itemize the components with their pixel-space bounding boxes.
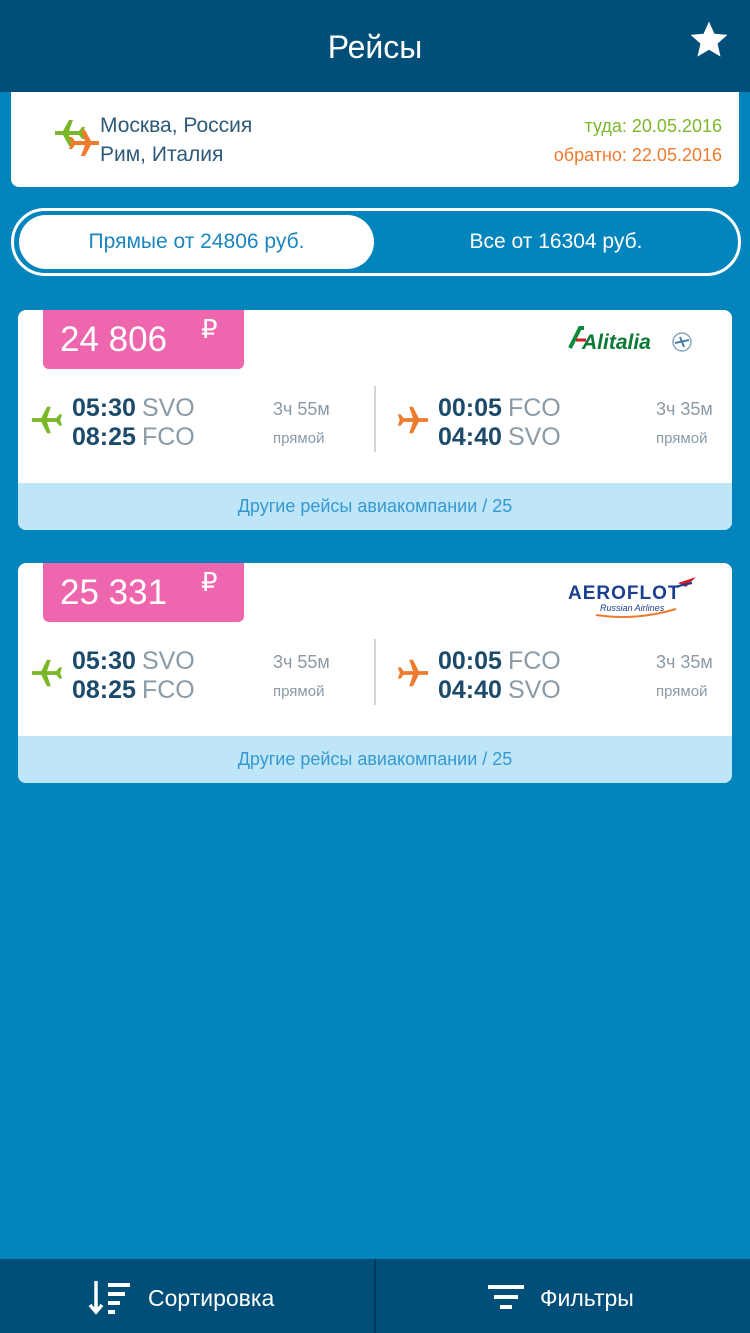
leg-divider [374,386,376,452]
flight-filter-segmented: Прямые от 24806 руб. Все от 16304 руб. [11,208,741,276]
flight-type: прямой [656,683,708,700]
price-value: 25 331 [60,573,168,612]
bottom-bar: Сортировка Фильтры [0,1259,750,1333]
flight-type: прямой [656,430,708,447]
outbound-plane-icon [31,406,63,434]
departure-date: туда: 20.05.2016 [584,116,722,136]
other-airline-flights-link[interactable]: Другие рейсы авиакомпании / 25 [18,736,732,783]
alitalia-logo: Alitalia [568,326,692,354]
tab-direct-flights[interactable]: Прямые от 24806 руб. [19,215,374,269]
departure-airport: FCO [507,647,561,675]
outbound-leg: 05:30 SVO 08:25 FCO 3ч 55м прямой [30,639,374,711]
arrival-airport: SVO [507,423,561,451]
destination-city: Рим, Италия [100,143,224,166]
filters-button[interactable]: Фильтры [376,1259,750,1333]
tab-all-flights[interactable]: Все от 16304 руб. [381,215,731,269]
other-airline-flights-link[interactable]: Другие рейсы авиакомпании / 25 [18,483,732,530]
price-badge: 25 331 ₽ [43,563,244,622]
flight-card[interactable]: 24 806 ₽ Alitalia 05:30 SVO 08:25 FCO 3ч 5… [18,310,732,530]
outbound-leg: 05:30 SVO 08:25 FCO 3ч 55м прямой [30,386,374,458]
departure-time: 00:05 [438,394,502,422]
airline-subtitle: Russian Airlines [600,603,665,613]
return-leg: 00:05 FCO 04:40 SVO 3ч 35м прямой [396,639,726,711]
return-plane-icon [397,659,429,687]
sort-icon [88,1281,130,1315]
page-title: Рейсы [327,29,423,65]
flight-card[interactable]: 25 331 ₽ AEROFLOT Russian Airlines 05:30… [18,563,732,783]
return-date: обратно: 22.05.2016 [553,145,722,165]
leg-divider [374,639,376,705]
airline-name: Alitalia [581,331,651,354]
flight-type: прямой [273,683,325,700]
arrival-time: 08:25 [72,423,136,451]
arrival-airport: SVO [507,676,561,704]
top-bar: Рейсы [0,0,750,92]
arrival-time: 04:40 [438,676,502,704]
currency-symbol: ₽ [201,314,218,344]
round-trip-planes-icon [55,120,99,156]
currency-symbol: ₽ [201,567,218,597]
outbound-plane-icon [31,659,63,687]
filters-label: Фильтры [540,1285,634,1311]
flight-duration: 3ч 35м [656,399,713,419]
flight-duration: 3ч 55м [273,652,330,672]
arrival-airport: FCO [141,423,195,451]
departure-time: 05:30 [72,647,136,675]
departure-airport: SVO [141,647,195,675]
filter-icon [488,1285,524,1309]
return-leg: 00:05 FCO 04:40 SVO 3ч 35м прямой [396,386,726,458]
sort-label: Сортировка [148,1285,275,1311]
departure-airport: FCO [507,394,561,422]
arrival-time: 08:25 [72,676,136,704]
price-badge: 24 806 ₽ [43,310,244,369]
departure-time: 05:30 [72,394,136,422]
arrival-time: 04:40 [438,423,502,451]
sort-button[interactable]: Сортировка [0,1259,374,1333]
flight-duration: 3ч 55м [273,399,330,419]
star-icon[interactable] [688,19,730,61]
price-value: 24 806 [60,320,168,359]
departure-airport: SVO [141,394,195,422]
return-plane-icon [397,406,429,434]
route-summary[interactable]: Москва, Россия Рим, Италия туда: 20.05.2… [11,92,739,187]
flight-type: прямой [273,430,325,447]
arrival-airport: FCO [141,676,195,704]
aeroflot-logo: AEROFLOT Russian Airlines [568,577,696,618]
origin-city: Москва, Россия [100,114,253,137]
airline-name: AEROFLOT [568,583,681,604]
departure-time: 00:05 [438,647,502,675]
flight-duration: 3ч 35м [656,652,713,672]
